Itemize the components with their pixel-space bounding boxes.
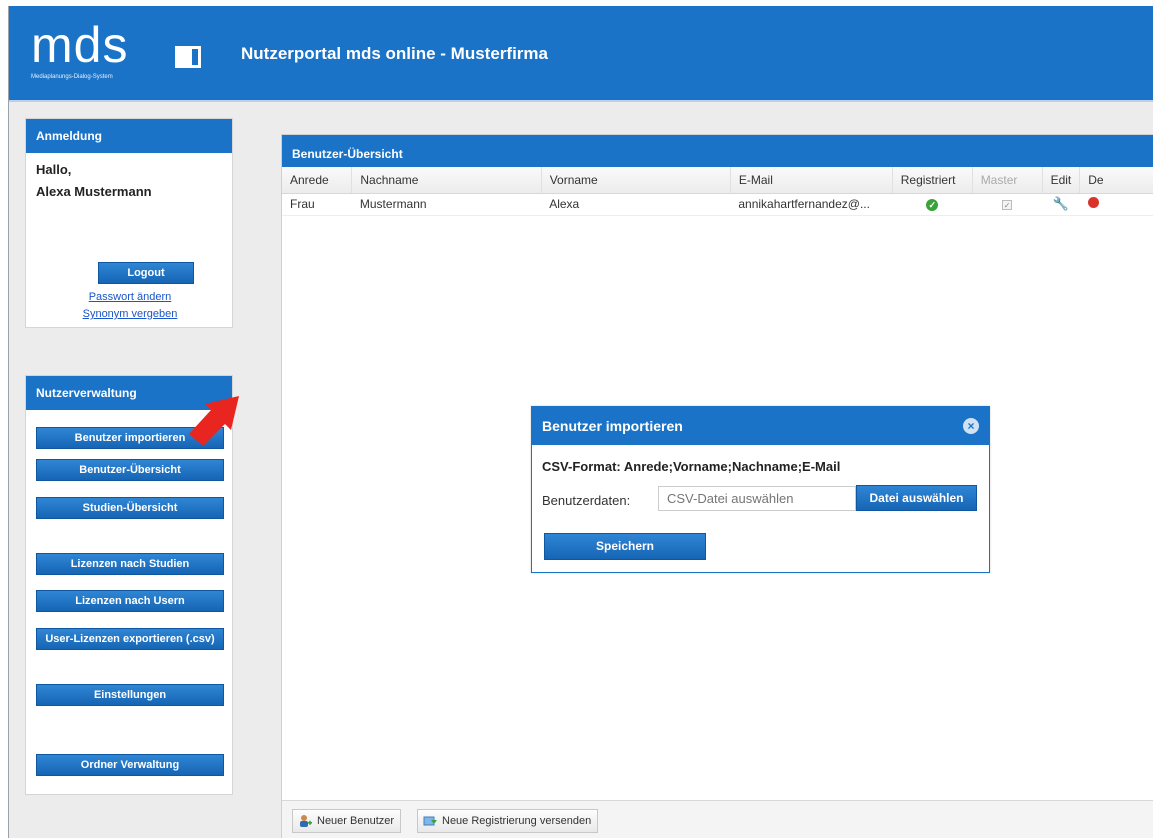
column-email[interactable]: E-Mail [730,167,893,194]
dialog-header: Benutzer importieren × [532,407,989,445]
table-header-row: Anrede Nachname Vorname E-Mail Registrie… [282,167,1153,194]
app-window: mds Mediaplanungs-Dialog-System Nutzerpo… [8,6,1153,838]
close-icon[interactable]: × [963,418,979,434]
user-name: Alexa Mustermann [36,184,152,199]
login-heading: Anmeldung [26,119,232,153]
study-overview-button[interactable]: Studien-Übersicht [36,497,224,519]
cell-edit: 🔧 [1042,193,1080,216]
licenses-by-user-button[interactable]: Lizenzen nach Usern [36,590,224,612]
column-nachname[interactable]: Nachname [351,167,542,194]
cell-vorname: Alexa [541,193,731,216]
column-vorname[interactable]: Vorname [541,167,731,194]
wrench-icon[interactable]: 🔧 [1053,196,1069,211]
send-mail-icon [423,816,437,826]
column-anrede[interactable]: Anrede [282,167,353,194]
column-master[interactable]: Master [972,167,1043,194]
send-registration-button[interactable]: Neue Registrierung versenden [417,809,599,833]
cell-delete [1079,193,1153,216]
settings-button[interactable]: Einstellungen [36,684,224,706]
column-delete: De [1079,167,1153,194]
licenses-by-study-button[interactable]: Lizenzen nach Studien [36,553,224,575]
logo-text: mds [31,17,129,73]
cell-email: annikahartfernandez@... [730,193,893,216]
table-row[interactable]: Frau Mustermann Alexa annikahartfernande… [282,193,1153,216]
logo-square-icon [175,46,201,68]
user-data-label: Benutzerdaten: [542,493,631,508]
csv-file-input[interactable] [658,486,856,511]
send-registration-label: Neue Registrierung versenden [442,815,592,827]
master-checkbox: ✓ [1002,200,1013,210]
save-button[interactable]: Speichern [544,533,706,560]
csv-format-hint: CSV-Format: Anrede;Vorname;Nachname;E-Ma… [542,459,841,474]
choose-file-button[interactable]: Datei auswählen [856,485,977,511]
folder-management-button[interactable]: Ordner Verwaltung [36,754,224,776]
page-title: Nutzerportal mds online - Musterfirma [241,44,548,63]
mds-logo[interactable]: mds Mediaplanungs-Dialog-System [29,17,229,92]
assign-synonym-link[interactable]: Synonym vergeben [26,308,234,320]
logo-subtitle: Mediaplanungs-Dialog-System [31,74,113,80]
overview-footer: Neuer Benutzer Neue Registrierung versen… [282,800,1153,838]
cell-master: ✓ [972,193,1043,216]
cell-registriert: ✓ [892,193,973,216]
export-user-licenses-button[interactable]: User-Lizenzen exportieren (.csv) [36,628,224,650]
column-registriert[interactable]: Registriert [892,167,973,194]
cell-anrede: Frau [282,193,352,216]
users-table: Anrede Nachname Vorname E-Mail Registrie… [282,167,1153,216]
change-password-link[interactable]: Passwort ändern [26,291,234,303]
greeting-text: Hallo, [36,162,72,177]
logout-button[interactable]: Logout [98,262,194,284]
header: mds Mediaplanungs-Dialog-System Nutzerpo… [9,6,1153,102]
user-overview-heading: Benutzer-Übersicht [282,135,1153,167]
delete-icon[interactable] [1087,197,1099,208]
check-circle-icon: ✓ [926,199,939,211]
user-overview-button[interactable]: Benutzer-Übersicht [36,459,224,481]
cell-nachname: Mustermann [351,193,542,216]
dialog-title: Benutzer importieren [542,418,683,434]
add-user-icon [300,815,312,827]
import-users-dialog: Benutzer importieren × CSV-Format: Anred… [531,406,990,573]
column-edit: Edit [1042,167,1081,194]
red-arrow-icon [189,396,239,446]
new-user-label: Neuer Benutzer [317,815,395,827]
login-panel: Anmeldung Hallo, Alexa Mustermann Logout… [25,118,233,328]
greeting: Hallo, Alexa Mustermann [26,153,232,203]
new-user-button[interactable]: Neuer Benutzer [292,809,402,833]
